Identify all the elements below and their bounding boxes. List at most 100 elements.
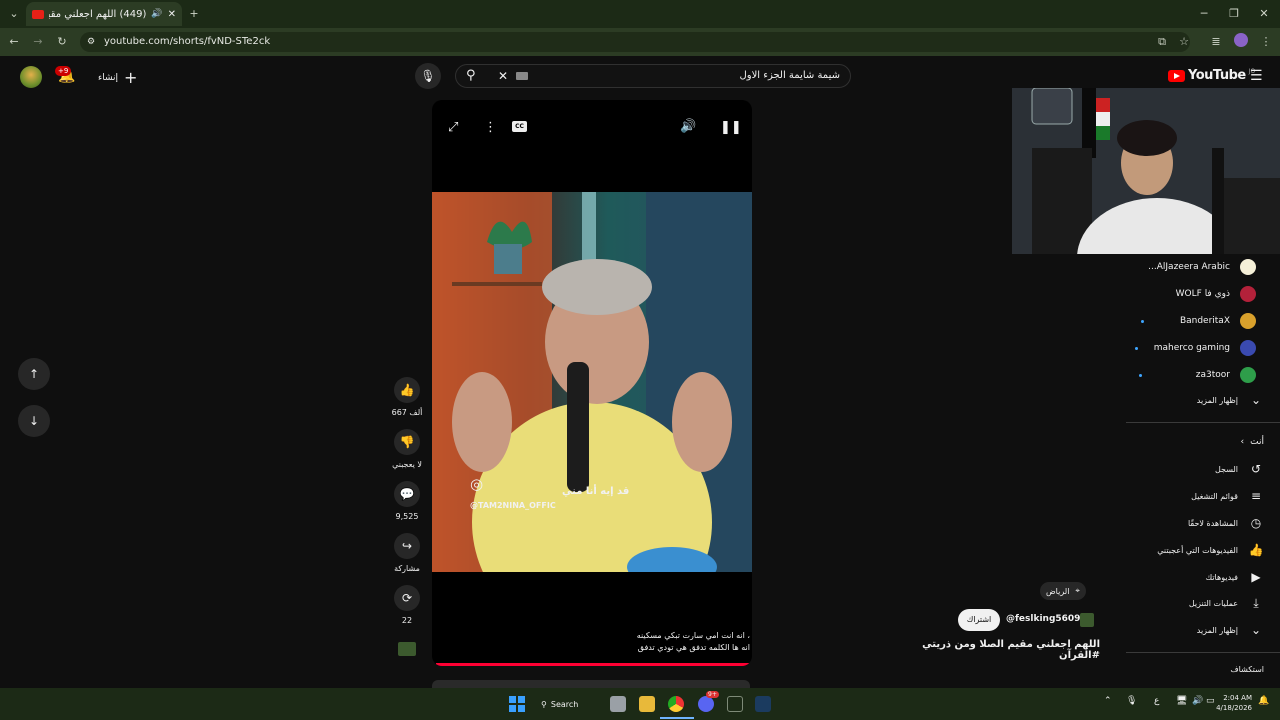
subscription-item[interactable]: AlJazeera Arabic... [1148,259,1256,275]
short-title[interactable]: اللهم اجعلني مقيم الصلا ومن ذريتي #القرآ… [880,639,1100,661]
chevron-down-icon: ⌄ [1250,393,1262,407]
notification-center-icon[interactable]: 🔔 [1258,696,1269,706]
short-video-player[interactable]: ⤢ ⋮ CC 🔊 ❚❚ ◎ @TAM2NINA_OFFIC قد إيه أنا… [432,100,752,666]
minimize-icon[interactable]: ─ [1196,6,1212,22]
channel-avatar[interactable] [1080,613,1094,627]
like-count: 667 ألف [391,408,423,417]
fullscreen-icon[interactable]: ⤢ [448,120,458,135]
voice-search-button[interactable]: 🎙 [415,63,441,89]
sidebar-item-show-more[interactable]: ⌄ إظهار المزيد [1197,623,1264,637]
tab-search-icon[interactable]: ⌄ [6,6,22,22]
previous-short-button[interactable]: ↑ [18,358,50,390]
network-icon[interactable]: 🖥 [1176,696,1187,706]
progress-bar[interactable] [436,663,750,666]
subscription-name: za3toor [1195,370,1230,380]
sidebar-divider [1126,422,1280,423]
share-button[interactable]: ↪ مشاركة [394,533,420,573]
task-view-icon[interactable] [610,696,626,712]
discord-icon[interactable] [698,696,714,712]
taskbar-search[interactable]: ⚲ Search [541,695,578,713]
install-app-icon[interactable]: ⧉ [1154,34,1170,50]
windows-start-icon[interactable] [509,696,525,712]
logo-text: YouTube [1188,68,1246,83]
address-field[interactable]: ⚙ youtube.com/shorts/fvND-STe2ck [80,32,1190,52]
create-button[interactable]: إنشاء + [98,68,137,87]
clock[interactable]: 2:04 AM 4/18/2026 [1212,693,1252,713]
download-icon: ⤓ [1253,596,1259,610]
channel-handle[interactable]: @feslking5609 [1006,614,1080,624]
window-close-icon[interactable]: ✕ [1256,6,1272,22]
discord-badge: 9+ [706,691,719,698]
guide-menu-icon[interactable]: ☰ [1250,68,1263,84]
create-label: إنشاء [98,72,119,83]
new-content-dot [1138,373,1142,377]
taskbar-search-label: Search [550,699,579,709]
tab-audio-icon[interactable]: 🔊 [151,9,162,19]
tab-close-icon[interactable]: ✕ [168,9,176,20]
location-chip[interactable]: ⌖ الرياض [1040,582,1086,600]
keyboard-icon[interactable] [516,72,528,80]
subscription-item[interactable]: za3toor [1138,367,1256,383]
browser-toolbar: ← → ↻ ⚙ youtube.com/shorts/fvND-STe2ck ⧉… [0,28,1280,56]
subscription-name: BanderitaX [1179,316,1230,326]
reload-icon[interactable]: ↻ [54,34,70,50]
search-icon[interactable]: ⚲ [466,65,476,87]
captions-icon[interactable]: CC [512,121,527,132]
input-language[interactable]: ع [1154,696,1159,706]
channel-avatar-icon [1240,286,1256,302]
profile-avatar[interactable] [1233,33,1249,52]
sidebar-item-label: الفيديوهات التي أعجبتني [1157,545,1238,555]
browser-menu-icon[interactable]: ⋮ [1258,34,1274,50]
steam-icon[interactable] [755,696,771,712]
sidebar-item-history[interactable]: ↺ السجل [1215,462,1264,476]
next-short-button[interactable]: ↓ [18,405,50,437]
you-section-header[interactable]: أنت › [1241,437,1264,447]
overlay-caption: قد إيه أنا مني [562,486,630,497]
dislike-button[interactable]: 👎 لا يعجبني [392,429,422,469]
sidebar-item-watch-later[interactable]: ◷ المشاهدة لاحقًا [1188,516,1264,530]
site-info-icon[interactable]: ⚙ [87,32,95,52]
youtube-logo[interactable]: YouTube JO [1168,68,1255,83]
sidebar-item-your-videos[interactable]: ▶ فيديوهاتك [1206,570,1264,584]
subscribe-button[interactable]: اشتراك [958,609,1000,631]
next-short-preview[interactable] [432,680,750,688]
sound-thumbnail[interactable] [398,642,416,656]
remix-button[interactable]: ⟳ 22 [394,585,420,625]
sidebar-item-liked-videos[interactable]: 👍 الفيديوهات التي أعجبتني [1157,543,1264,557]
volume-tray-icon[interactable]: 🔊 [1192,696,1203,706]
more-options-icon[interactable]: ⋮ [484,120,497,135]
clear-search-icon[interactable]: ✕ [498,65,508,87]
url-text: youtube.com/shorts/fvND-STe2ck [104,36,271,47]
subscription-item[interactable]: ذوي فا WOLF [1176,286,1256,302]
back-icon[interactable]: ← [6,34,22,50]
microphone-icon: 🎙 [420,69,436,83]
explore-heading: استكشاف [1230,665,1264,674]
pause-icon[interactable]: ❚❚ [720,120,742,135]
search-input[interactable]: شيمة شايمة الجزء الاول ✕ ⚲ [455,64,851,88]
sidebar-item-label: إظهار المزيد [1196,625,1238,635]
tray-overflow-icon[interactable]: ⌃ [1104,696,1112,706]
restore-icon[interactable]: ❐ [1226,6,1242,22]
sidebar-item-label: قوائم التشغيل [1191,491,1238,501]
location-text: الرياض [1046,586,1070,596]
sidebar-item-downloads[interactable]: ⤓ عمليات التنزيل [1189,596,1264,611]
account-avatar[interactable] [20,66,42,88]
snipping-tool-icon[interactable] [727,696,743,712]
volume-icon[interactable]: 🔊 [680,119,696,134]
sidebar-item-playlists[interactable]: ≡ قوائم التشغيل [1191,489,1264,503]
browser-tab[interactable]: (449) اللهم اجعلني مقيم الصلا 🔊 ✕ [26,2,182,26]
subscription-item[interactable]: maherco gaming [1134,340,1256,356]
bookmark-star-icon[interactable]: ☆ [1176,34,1192,50]
subscription-item[interactable]: BanderitaX [1140,313,1256,329]
new-tab-icon[interactable]: + [186,6,202,22]
like-button[interactable]: 👍 667 ألف [392,377,422,417]
chrome-icon[interactable] [668,696,684,712]
forward-icon[interactable]: → [30,34,46,50]
subscriptions-show-more[interactable]: ⌄ إظهار المزيد [1197,393,1264,407]
file-explorer-icon[interactable] [639,696,655,712]
microphone-tray-icon[interactable]: 🎙 [1126,696,1137,706]
comment-icon: 💬 [394,481,420,507]
comments-button[interactable]: 💬 9,525 [394,481,420,521]
reading-list-icon[interactable]: ≣ [1208,34,1224,50]
new-content-dot [1134,346,1138,350]
